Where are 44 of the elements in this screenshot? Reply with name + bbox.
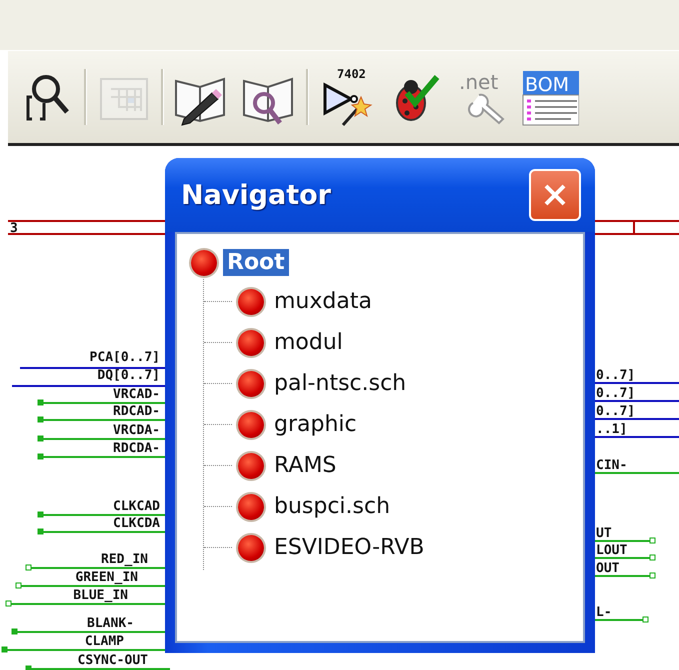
net-label: CLAMP	[84, 634, 124, 649]
net-label: 0..7]	[596, 386, 636, 401]
tree-item[interactable]: pal-ntsc.sch	[270, 370, 410, 397]
sheet-icon	[191, 250, 217, 276]
net-label: UT	[596, 526, 612, 541]
net-label: RDCDA-	[113, 441, 160, 456]
net-label: 0..7]	[596, 368, 636, 383]
sheet-icon	[238, 288, 264, 314]
window-title: Navigator	[181, 180, 331, 210]
sheet-icon	[238, 534, 264, 560]
close-icon	[542, 182, 568, 208]
sheet-icon	[238, 412, 264, 438]
net-label: PCA[0..7]	[90, 350, 160, 365]
net-label: CSYNC-OUT	[78, 653, 148, 668]
tree-item[interactable]: muxdata	[270, 288, 376, 315]
sheet-number: 3	[10, 221, 18, 236]
tree-item[interactable]: graphic	[270, 411, 361, 438]
net-label: ..1]	[596, 422, 628, 437]
net-label: DQ[0..7]	[97, 368, 160, 383]
net-label: L-	[596, 605, 612, 620]
sheet-icon	[238, 370, 264, 396]
net-label: 0..7]	[596, 404, 636, 419]
net-label: VRCAD-	[113, 387, 160, 402]
net-label: CLKCDA	[113, 516, 160, 531]
annotate-button[interactable]: 7402	[317, 67, 375, 127]
net-label: VRCDA-	[113, 423, 160, 438]
close-button[interactable]	[529, 169, 581, 221]
sheet-icon	[238, 494, 264, 520]
net-label: CLKCAD	[113, 499, 160, 514]
net-label: RED_IN	[101, 552, 148, 567]
tree-item[interactable]: ESVIDEO-RVB	[270, 534, 428, 561]
sheet-icon	[238, 330, 264, 356]
net-label: RDCAD-	[113, 404, 160, 419]
tree-item[interactable]: buspci.sch	[270, 493, 394, 520]
net-label: CIN-	[596, 458, 628, 473]
tree-item[interactable]: modul	[270, 329, 347, 356]
net-label: LOUT	[596, 543, 628, 558]
net-label: OUT	[596, 561, 620, 576]
net-label: GREEN_IN	[75, 570, 138, 585]
tree-item[interactable]: RAMS	[270, 452, 340, 479]
net-label: BLANK-	[87, 616, 134, 631]
tree-item[interactable]: Root	[223, 249, 289, 276]
net-label: BLUE_IN	[73, 588, 128, 603]
sheet-icon	[238, 452, 264, 478]
